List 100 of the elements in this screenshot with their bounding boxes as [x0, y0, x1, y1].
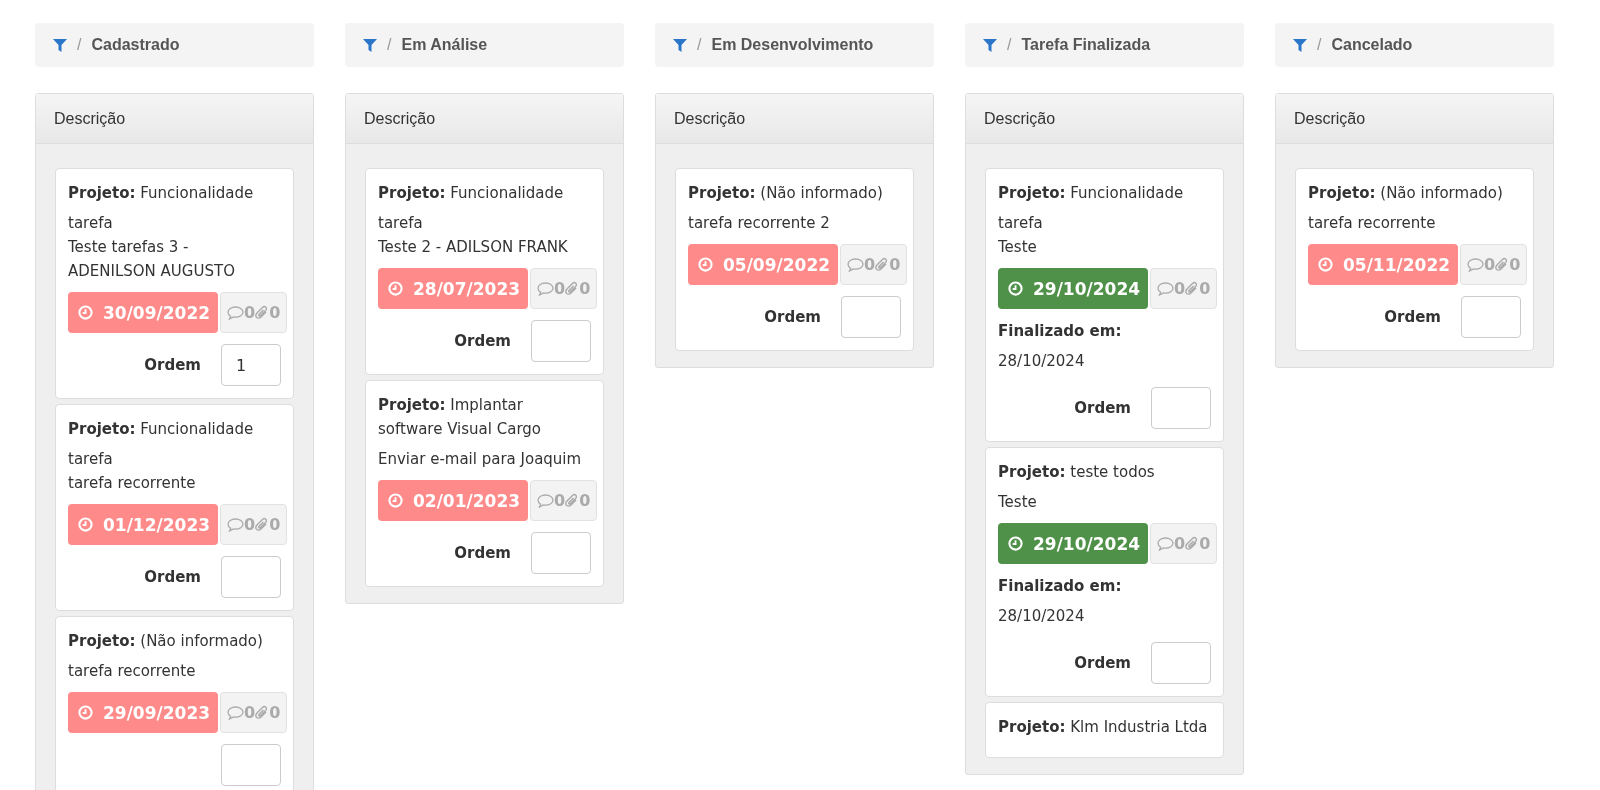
task-card[interactable]: Projeto: Funcionalidade tarefa Teste 2 - ADILSON FRANK 28/07/2023 0 0 Ordem	[365, 168, 604, 375]
task-card[interactable]: Projeto: (Não informado) tarefa recorrente 2 05/09/2022 0 0 Ordem	[675, 168, 914, 351]
task-title: tarefa	[998, 213, 1044, 234]
project-text: Projeto: (Não informado)	[1308, 183, 1504, 204]
clock-icon	[388, 493, 403, 508]
task-card[interactable]: Projeto: (Não informado) tarefa recorrente 29/09/2023 0 0	[55, 616, 294, 790]
panel-header: Descrição	[656, 94, 933, 144]
comment-icon	[227, 305, 245, 320]
clock-icon	[78, 517, 93, 532]
breadcrumb-separator: /	[1317, 36, 1322, 54]
due-date-badge: 29/10/2024	[998, 523, 1149, 564]
status-title: Cadastrado	[91, 36, 180, 54]
order-input[interactable]	[221, 744, 281, 786]
order-input[interactable]	[531, 532, 591, 574]
panel-header: Descrição	[346, 94, 623, 144]
due-date-badge: 05/11/2022	[1308, 244, 1459, 285]
paperclip-icon	[565, 493, 580, 508]
order-label: Ordem	[764, 308, 821, 326]
task-card[interactable]: Projeto: teste todos Teste 29/10/2024 0 0 Finalizado em: 28/10/2024 Ordem	[985, 447, 1224, 697]
paperclip-icon	[1185, 536, 1200, 551]
task-card[interactable]: Projeto: Funcionalidade tarefa tarefa recorrente 01/12/2023 0 0 Ordem	[55, 404, 294, 611]
order-input[interactable]	[1461, 296, 1521, 338]
task-card[interactable]: Projeto: Funcionalidade tarefa Teste tarefas 3 - ADENILSON AUGUSTO 30/09/2022 0 0 Ordem 1	[55, 168, 294, 399]
filter-icon[interactable]	[983, 38, 997, 52]
project-text: Projeto: Funcionalidade	[68, 183, 255, 204]
order-input[interactable]: 1	[221, 344, 281, 386]
comment-icon	[227, 517, 245, 532]
task-title: tarefa	[68, 213, 114, 234]
order-label: Ordem	[454, 544, 511, 562]
comment-icon	[537, 281, 555, 296]
finished-date: 28/10/2024	[998, 351, 1086, 372]
status-title: Em Desenvolvimento	[711, 36, 874, 54]
clock-icon	[78, 305, 93, 320]
comment-icon	[537, 493, 555, 508]
comment-icon	[1467, 257, 1485, 272]
status-title: Em Análise	[401, 36, 488, 54]
breadcrumb-separator: /	[387, 36, 392, 54]
clock-icon	[1008, 536, 1023, 551]
project-text: Projeto: Implantar software Visual Cargo	[378, 395, 542, 440]
project-text: Projeto: teste todos	[998, 462, 1156, 483]
status-title: Tarefa Finalizada	[1021, 36, 1151, 54]
panel-header: Descrição	[966, 94, 1243, 144]
task-card[interactable]: Projeto: Implantar software Visual Cargo Enviar e-mail para Joaquim 02/01/2023 0 0 Ordem	[365, 380, 604, 587]
clock-icon	[698, 257, 713, 272]
order-input[interactable]	[221, 556, 281, 598]
filter-icon[interactable]	[673, 38, 687, 52]
order-label: Ordem	[1384, 308, 1441, 326]
filter-icon[interactable]	[53, 38, 67, 52]
breadcrumb-separator: /	[697, 36, 702, 54]
task-title: tarefa	[378, 213, 424, 234]
order-label: Ordem	[454, 332, 511, 350]
finished-label: Finalizado em:	[998, 576, 1123, 597]
due-date-badge: 29/09/2023	[68, 692, 219, 733]
task-card[interactable]: Projeto: Funcionalidade tarefa Teste 29/10/2024 0 0 Finalizado em: 28/10/2024 Ordem	[985, 168, 1224, 442]
order-label: Ordem	[1074, 654, 1131, 672]
due-date-badge: 28/07/2023	[378, 268, 529, 309]
clock-icon	[1318, 257, 1333, 272]
order-label: Ordem	[144, 568, 201, 586]
task-title: tarefa	[68, 449, 114, 470]
panel-header: Descrição	[36, 94, 313, 144]
order-input[interactable]	[841, 296, 901, 338]
project-text: Projeto: Klm Industria Ltda	[998, 717, 1209, 738]
task-title: tarefa recorrente	[68, 473, 197, 494]
filter-icon[interactable]	[1293, 38, 1307, 52]
order-label: Ordem	[144, 356, 201, 374]
clock-icon	[1008, 281, 1023, 296]
comment-icon	[227, 705, 245, 720]
task-title: Teste	[998, 492, 1038, 513]
paperclip-icon	[1185, 281, 1200, 296]
clock-icon	[388, 281, 403, 296]
task-card[interactable]: Projeto: (Não informado) tarefa recorrente 05/11/2022 0 0 Ordem	[1295, 168, 1534, 351]
task-title: tarefa recorrente	[68, 661, 197, 682]
due-date-badge: 30/09/2022	[68, 292, 219, 333]
breadcrumb-separator: /	[1007, 36, 1012, 54]
project-text: Projeto: (Não informado)	[68, 631, 264, 652]
filter-icon[interactable]	[363, 38, 377, 52]
paperclip-icon	[255, 705, 270, 720]
due-date-badge: 02/01/2023	[378, 480, 529, 521]
clock-icon	[78, 705, 93, 720]
order-input[interactable]	[1151, 642, 1211, 684]
task-title: tarefa recorrente	[1308, 213, 1437, 234]
status-title: Cancelado	[1331, 36, 1413, 54]
paperclip-icon	[565, 281, 580, 296]
project-text: Projeto: Funcionalidade	[998, 183, 1185, 204]
project-text: Projeto: (Não informado)	[688, 183, 884, 204]
task-card[interactable]: Projeto: Klm Industria Ltda	[985, 702, 1224, 758]
finished-label: Finalizado em:	[998, 321, 1123, 342]
paperclip-icon	[875, 257, 890, 272]
order-label: Ordem	[1074, 399, 1131, 417]
task-title: Enviar e-mail para Joaquim	[378, 449, 583, 470]
comment-icon	[1157, 281, 1175, 296]
project-text: Projeto: Funcionalidade	[68, 419, 255, 440]
due-date-badge: 29/10/2024	[998, 268, 1149, 309]
finished-date: 28/10/2024	[998, 606, 1086, 627]
task-title: Teste tarefas 3 - ADENILSON AUGUSTO	[68, 237, 236, 282]
paperclip-icon	[255, 305, 270, 320]
order-input[interactable]	[531, 320, 591, 362]
due-date-badge: 05/09/2022	[688, 244, 839, 285]
panel-header: Descrição	[1276, 94, 1553, 144]
order-input[interactable]	[1151, 387, 1211, 429]
